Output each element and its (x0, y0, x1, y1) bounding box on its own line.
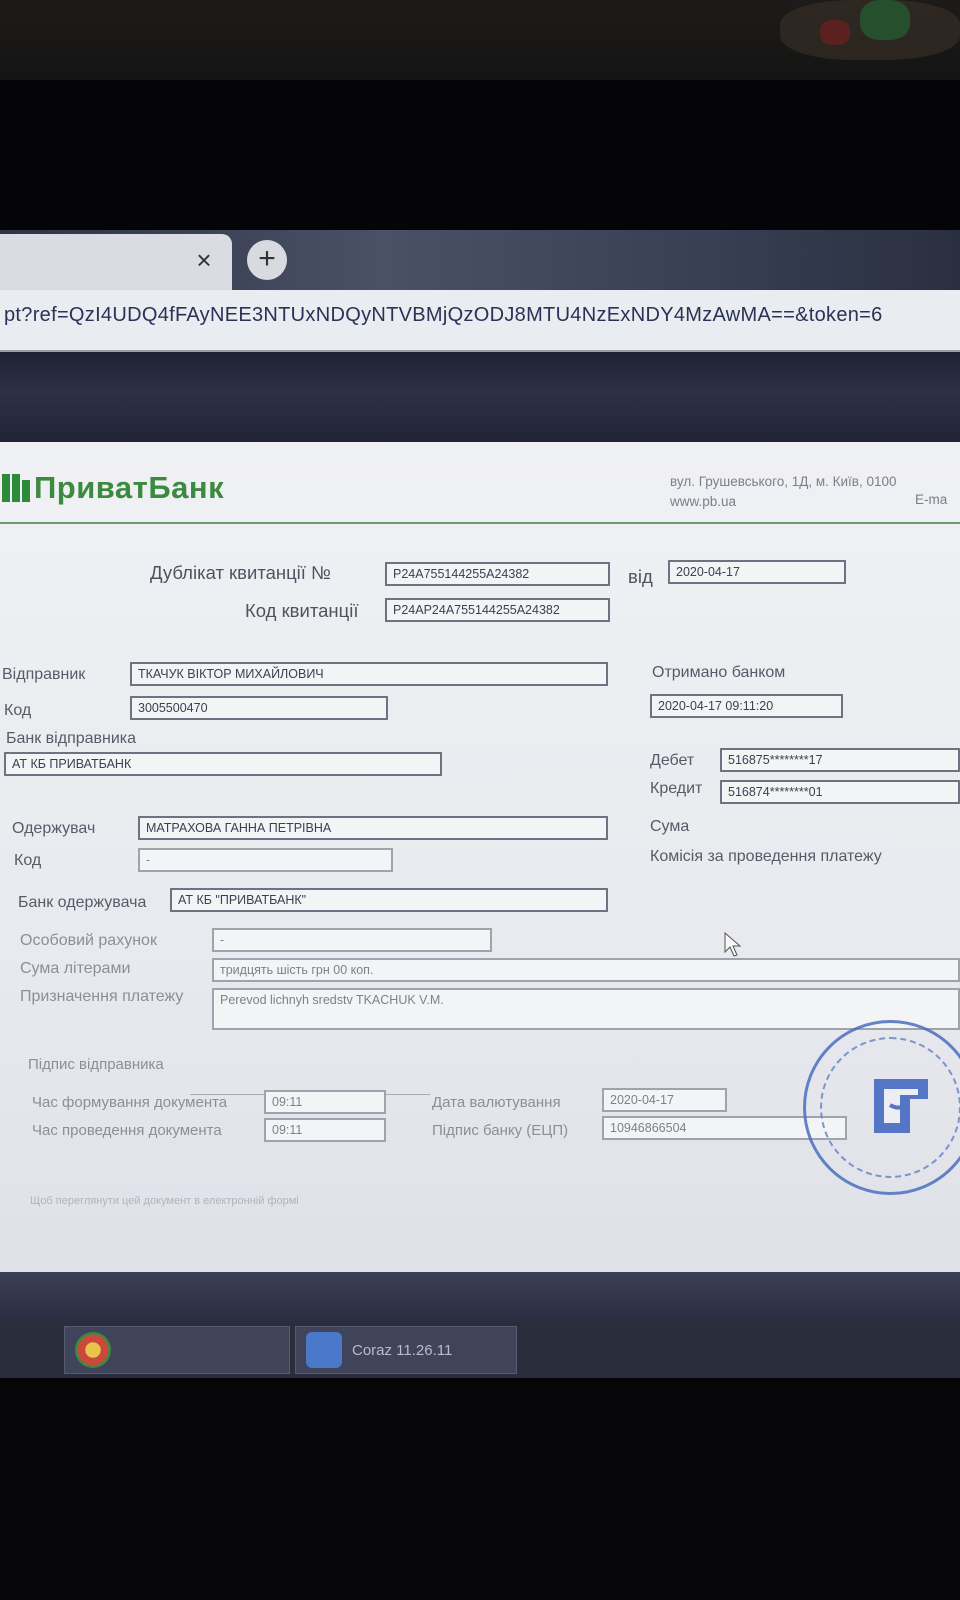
receipt-page: ПриватБанк вул. Грушевського, 1Д, м. Киї… (0, 442, 960, 1272)
bank-address: вул. Грушевського, 1Д, м. Київ, 0100 www… (670, 472, 897, 512)
from-label: від (628, 566, 653, 587)
received-by-bank-label: Отримано банком (652, 664, 786, 681)
debit-field: 516875********17 (720, 748, 960, 772)
recipient-name-field: МАТРАХОВА ГАННА ПЕТРІВНА (138, 816, 608, 840)
value-date-field: 2020-04-17 (602, 1088, 727, 1112)
background-wall (0, 0, 960, 80)
sender-code-label: Код (4, 702, 32, 719)
sender-code-field: 3005500470 (130, 696, 388, 720)
commission-label: Комісія за проведення платежу (650, 848, 882, 865)
screen-band (0, 1272, 960, 1322)
amount-words-field: тридцять шість грн 00 коп. (212, 958, 960, 982)
formed-time-label: Час формування документа (32, 1094, 228, 1111)
monitor-bezel (0, 80, 960, 230)
receipt-code-field: P24AP24A755144255A24382 (385, 598, 610, 622)
taskbar-item-label: Coraz 11.26.11 (352, 1341, 453, 1359)
sender-name-field: ТКАЧУК ВІКТОР МИХАЙЛОВИЧ (130, 662, 608, 686)
taskbar-item-browser[interactable] (64, 1326, 290, 1374)
taskbar: Coraz 11.26.11 (0, 1322, 960, 1378)
duplicate-label: Дублікат квитанції № (150, 562, 331, 583)
address-bar[interactable]: pt?ref=QzI4UDQ4fFAyNEE3NTUxNDQyNTVBMjQzO… (0, 290, 960, 352)
recipient-bank-field: АТ КБ "ПРИВАТБАНК" (170, 888, 608, 912)
receipt-date-field: 2020-04-17 (668, 560, 846, 584)
mouse-cursor-icon (724, 932, 742, 957)
purpose-field: Perevod lichnyh sredstv TKACHUK V.M. (212, 988, 960, 1030)
recipient-bank-label: Банк одержувача (18, 894, 147, 911)
privatbank-stamp-icon (874, 1079, 928, 1133)
privatbank-logo: ПриватБанк (2, 470, 224, 506)
email-label: E-ma (915, 492, 948, 507)
sender-label: Відправник (2, 666, 86, 683)
logo-text: ПриватБанк (34, 470, 225, 505)
header-divider (0, 522, 960, 524)
recipient-code-field: - (138, 848, 393, 872)
bank-signature-label: Підпис банку (ЕЦП) (432, 1122, 569, 1139)
value-date-label: Дата валютування (432, 1094, 561, 1111)
processed-time-field: 09:11 (264, 1118, 386, 1142)
account-field: - (212, 928, 492, 952)
formed-time-field: 09:11 (264, 1090, 386, 1114)
browser-tab[interactable]: × (0, 234, 232, 290)
duplicate-number-field: P24A755144255A24382 (385, 562, 610, 586)
address-line: вул. Грушевського, 1Д, м. Київ, 0100 (670, 474, 897, 489)
account-label: Особовий рахунок (20, 932, 157, 949)
app-icon (306, 1332, 342, 1368)
sum-label: Сума (650, 818, 690, 835)
credit-label: Кредит (650, 780, 703, 797)
received-datetime-field: 2020-04-17 09:11:20 (650, 694, 843, 718)
footer-note: Щоб переглянути цей документ в електронн… (30, 1195, 299, 1207)
sender-bank-label: Банк відправника (6, 730, 137, 747)
taskbar-item-app[interactable]: Coraz 11.26.11 (295, 1326, 517, 1374)
credit-field: 516874********01 (720, 780, 960, 804)
website-link[interactable]: www.pb.ua (670, 492, 897, 512)
receipt-code-label: Код квитанції (245, 600, 359, 621)
debit-label: Дебет (650, 752, 695, 769)
privatbank-logo-icon (2, 472, 30, 504)
recipient-code-label: Код (14, 852, 42, 869)
close-icon[interactable]: × (192, 247, 216, 273)
monitor-bezel-bottom (0, 1378, 960, 1600)
browser-tabstrip: × + (0, 230, 960, 290)
new-tab-button[interactable]: + (247, 240, 287, 280)
browser-icon (75, 1332, 111, 1368)
purpose-label: Призначення платежу (20, 988, 184, 1005)
recipient-label: Одержувач (12, 820, 96, 837)
browser-toolbar-band (0, 352, 960, 442)
url-text[interactable]: pt?ref=QzI4UDQ4fFAyNEE3NTUxNDQyNTVBMjQzO… (4, 304, 960, 327)
amount-words-label: Сума літерами (20, 960, 131, 977)
sender-signature-label: Підпис відправника (28, 1056, 164, 1073)
background-object (860, 0, 910, 40)
background-object (820, 20, 850, 45)
processed-time-label: Час проведення документа (32, 1122, 222, 1139)
sender-bank-field: АТ КБ ПРИВАТБАНК (4, 752, 442, 776)
bank-stamp (803, 1020, 960, 1195)
